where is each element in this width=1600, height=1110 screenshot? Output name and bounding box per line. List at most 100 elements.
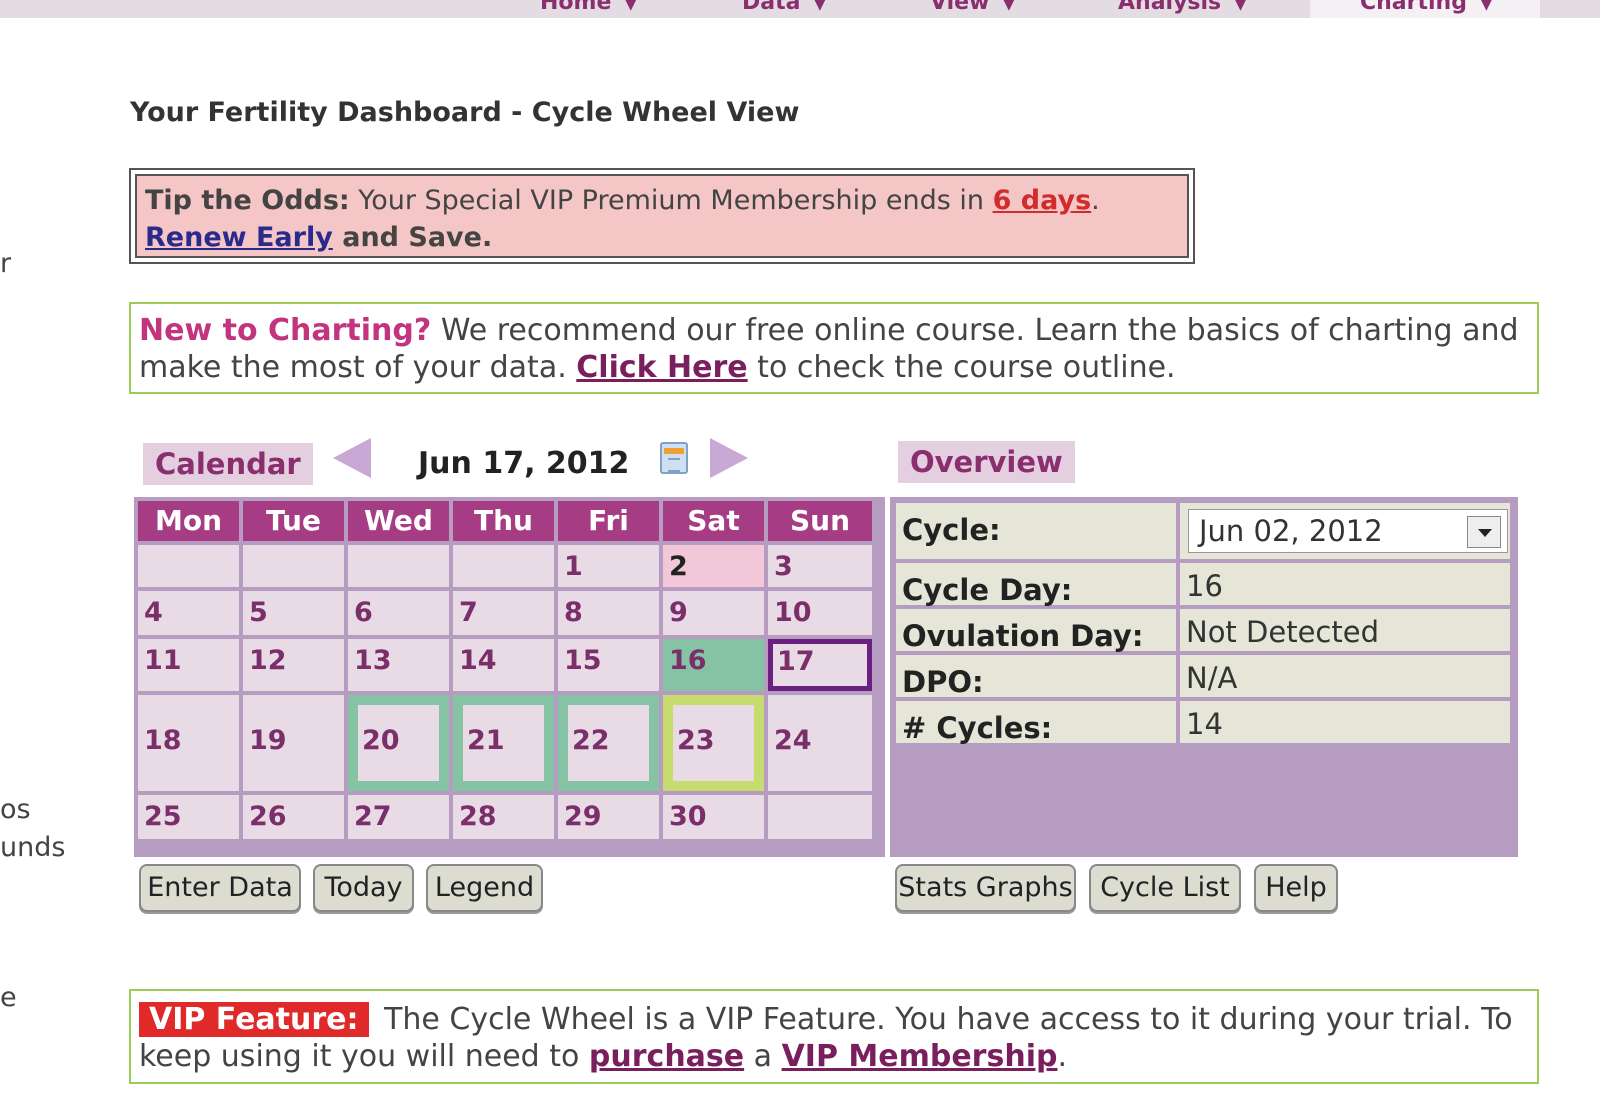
- weekday-mon: Mon: [138, 501, 239, 541]
- enter-data-button[interactable]: Enter Data: [139, 864, 301, 912]
- calendar-day[interactable]: 12: [243, 639, 344, 691]
- calendar-day[interactable]: 18: [138, 695, 239, 791]
- calendar-day-fertile[interactable]: 16: [663, 639, 764, 691]
- nav-item-analysis[interactable]: Analysis ▼: [1118, 0, 1246, 15]
- new-to-charting-box: New to Charting? We recommend our free o…: [129, 302, 1539, 394]
- overview-value-dpo: N/A: [1180, 655, 1510, 697]
- cycle-select-value: Jun 02, 2012: [1199, 514, 1383, 548]
- overview-label-ovulation-day: Ovulation Day:: [896, 609, 1176, 653]
- calendar-day[interactable]: 4: [138, 591, 239, 635]
- calendar-weekday-header: Mon Tue Wed Thu Fri Sat Sun: [138, 501, 881, 541]
- cycle-list-button[interactable]: Cycle List: [1089, 864, 1241, 912]
- course-click-here-link[interactable]: Click Here: [576, 350, 747, 385]
- calendar-day-empty: [453, 545, 554, 587]
- purchase-link[interactable]: purchase: [589, 1039, 744, 1074]
- calendar-day-period[interactable]: 2: [663, 545, 764, 587]
- calendar-day[interactable]: 1: [558, 545, 659, 587]
- weekday-sun: Sun: [768, 501, 872, 541]
- membership-days-link[interactable]: 6 days: [993, 185, 1092, 216]
- overview-value-cycle-day: 16: [1180, 563, 1510, 605]
- nav-item-charting[interactable]: Charting ▼: [1360, 0, 1492, 15]
- overview-label-cycles: # Cycles:: [896, 701, 1176, 745]
- calendar-current-date: Jun 17, 2012: [418, 446, 630, 481]
- weekday-wed: Wed: [348, 501, 449, 541]
- overview-panel: Cycle: Jun 02, 2012 Cycle Day: 16 Ovulat…: [890, 497, 1518, 857]
- calendar-day[interactable]: 6: [348, 591, 449, 635]
- chevron-down-icon: ▼: [1235, 0, 1246, 13]
- calendar-picker-icon[interactable]: [660, 442, 688, 474]
- overview-value-cycle: Jun 02, 2012: [1180, 503, 1510, 559]
- calendar-day[interactable]: 24: [768, 695, 872, 791]
- calendar-day-empty: [768, 795, 872, 839]
- today-button[interactable]: Today: [313, 864, 414, 912]
- calendar-day-empty: [348, 545, 449, 587]
- weekday-thu: Thu: [453, 501, 554, 541]
- calendar-day-empty: [138, 545, 239, 587]
- sidebar-fragment[interactable]: e: [0, 982, 17, 1013]
- weekday-sat: Sat: [663, 501, 764, 541]
- top-nav: Home ▼ Data ▼ View ▼ Analysis ▼ Charting ▼: [0, 0, 1600, 18]
- nav-item-home[interactable]: Home ▼: [540, 0, 636, 15]
- vip-membership-link[interactable]: VIP Membership: [782, 1039, 1058, 1074]
- tip-box-inner: Tip the Odds: Your Special VIP Premium M…: [135, 174, 1189, 258]
- calendar-day[interactable]: 30: [663, 795, 764, 839]
- tip-heading: Tip the Odds:: [145, 185, 350, 216]
- calendar-day[interactable]: 15: [558, 639, 659, 691]
- calendar-day-today[interactable]: 17: [768, 639, 872, 691]
- tip-text: Your Special VIP Premium Membership ends…: [349, 185, 993, 216]
- calendar-day[interactable]: 29: [558, 795, 659, 839]
- chevron-down-icon[interactable]: [1467, 516, 1501, 548]
- sidebar-fragment[interactable]: os: [0, 794, 31, 825]
- calendar-day[interactable]: 28: [453, 795, 554, 839]
- calendar-day-empty: [243, 545, 344, 587]
- legend-button[interactable]: Legend: [426, 864, 543, 912]
- calendar-day[interactable]: 19: [243, 695, 344, 791]
- overview-value-ovulation-day: Not Detected: [1180, 609, 1510, 651]
- overview-table: Cycle: Jun 02, 2012 Cycle Day: 16 Ovulat…: [896, 503, 1512, 745]
- sidebar-fragment[interactable]: unds: [0, 832, 65, 863]
- calendar-day[interactable]: 10: [768, 591, 872, 635]
- page-title: Your Fertility Dashboard - Cycle Wheel V…: [130, 97, 800, 128]
- chevron-down-icon: ▼: [625, 0, 637, 13]
- nav-item-data[interactable]: Data ▼: [742, 0, 825, 15]
- calendar-day[interactable]: 27: [348, 795, 449, 839]
- chevron-down-icon: ▼: [814, 0, 826, 13]
- help-button[interactable]: Help: [1254, 864, 1338, 912]
- calendar-day[interactable]: 3: [768, 545, 872, 587]
- calendar-day[interactable]: 13: [348, 639, 449, 691]
- next-arrow-icon[interactable]: [710, 438, 748, 478]
- previous-arrow-icon[interactable]: [333, 438, 371, 478]
- cycle-select[interactable]: Jun 02, 2012: [1188, 509, 1508, 553]
- calendar-day[interactable]: 26: [243, 795, 344, 839]
- chevron-down-icon: ▼: [1003, 0, 1015, 13]
- calendar-day[interactable]: 11: [138, 639, 239, 691]
- sidebar-fragment: r: [0, 248, 12, 279]
- vip-feature-badge: VIP Feature:: [139, 1002, 369, 1037]
- overview-value-cycles: 14: [1180, 701, 1510, 743]
- stats-graphs-button[interactable]: Stats Graphs: [895, 864, 1076, 912]
- calendar-day-fertile[interactable]: 21: [453, 695, 554, 791]
- calendar-grid: Mon Tue Wed Thu Fri Sat Sun 1 2 3 4 5 6 …: [134, 497, 885, 857]
- vip-feature-box: VIP Feature: The Cycle Wheel is a VIP Fe…: [129, 989, 1539, 1084]
- nav-item-view[interactable]: View ▼: [930, 0, 1014, 15]
- overview-label-dpo: DPO:: [896, 655, 1176, 699]
- tip-tail: and Save.: [332, 222, 493, 253]
- calendar-day[interactable]: 25: [138, 795, 239, 839]
- calendar-day-fertile[interactable]: 22: [558, 695, 659, 791]
- weekday-tue: Tue: [243, 501, 344, 541]
- calendar-day[interactable]: 14: [453, 639, 554, 691]
- tip-box: Tip the Odds: Your Special VIP Premium M…: [129, 168, 1195, 264]
- calendar-days: 1 2 3 4 5 6 7 8 9 10 11 12 13 14 15 16 1…: [138, 545, 881, 839]
- calendar-day-ovulation[interactable]: 23: [663, 695, 764, 791]
- weekday-fri: Fri: [558, 501, 659, 541]
- calendar-day[interactable]: 5: [243, 591, 344, 635]
- chevron-down-icon: ▼: [1480, 0, 1492, 13]
- calendar-day[interactable]: 7: [453, 591, 554, 635]
- calendar-tab-label: Calendar: [143, 443, 313, 485]
- calendar-day[interactable]: 8: [558, 591, 659, 635]
- overview-label-cycle: Cycle:: [896, 503, 1176, 559]
- calendar-day-fertile[interactable]: 20: [348, 695, 449, 791]
- renew-early-link[interactable]: Renew Early: [145, 222, 333, 253]
- new-to-charting-heading: New to Charting?: [139, 313, 432, 348]
- calendar-day[interactable]: 9: [663, 591, 764, 635]
